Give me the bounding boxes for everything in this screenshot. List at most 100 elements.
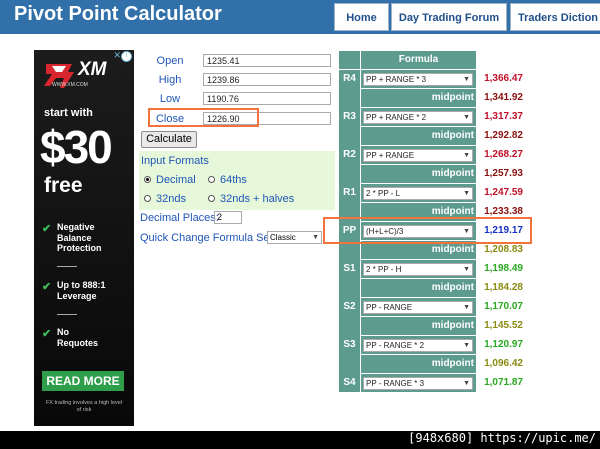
level-value: 1,198.49: [484, 263, 523, 274]
ad-amount: $30: [40, 121, 113, 173]
midpoint-label: midpoint: [431, 320, 474, 331]
ad-divider: [57, 314, 77, 315]
32nds-radio-label: 32nds: [156, 193, 186, 205]
chevron-down-icon: ▼: [312, 234, 319, 241]
formula-select-value: PP - RANGE * 3: [366, 379, 425, 388]
midpoint-value: 1,208.83: [484, 244, 523, 255]
xm-advertisement[interactable]: i ✕ XM WWW.XM.COM start with $30 free ✔ …: [34, 50, 134, 426]
level-value: 1,071.87: [484, 377, 523, 388]
check-icon: ✔: [42, 223, 52, 235]
level-label: S1: [343, 263, 356, 274]
midpoint-value: 1,145.52: [484, 320, 523, 331]
formula-select-value: PP - RANGE: [366, 303, 413, 312]
chevron-down-icon: ▼: [463, 342, 470, 349]
site-header: Pivot Point Calculator Home Day Trading …: [0, 0, 600, 34]
midpoint-value: 1,233.38: [484, 206, 523, 217]
ad-feature-text: Up to 888:1 Leverage: [57, 280, 106, 301]
ad-feature-text: Negative Balance Protection: [57, 222, 102, 253]
ad-feature-text: No Requotes: [57, 327, 99, 348]
ad-divider: [57, 266, 77, 267]
check-icon: ✔: [42, 281, 52, 293]
32nds-radio[interactable]: [144, 195, 151, 202]
low-label: Low: [159, 93, 181, 105]
decimal-places-input[interactable]: 2: [214, 211, 242, 224]
midpoint-value: 1,257.93: [484, 168, 523, 179]
level-value: 1,366.47: [484, 73, 523, 84]
midpoint-value: 1,184.28: [484, 282, 523, 293]
formula-select-value: PP - RANGE * 2: [366, 341, 425, 350]
level-label: R1: [343, 187, 356, 198]
quick-change-value: Classic: [270, 233, 296, 242]
level-value: 1,120.97: [484, 339, 523, 350]
formula-select[interactable]: PP - RANGE ▼: [363, 301, 473, 314]
nav-home[interactable]: Home: [334, 3, 389, 31]
formula-select-value: 2 * PP - H: [366, 265, 402, 274]
calculate-button[interactable]: Calculate: [141, 131, 197, 148]
level-label: S3: [343, 339, 356, 350]
midpoint-label: midpoint: [431, 282, 474, 293]
midpoint-value: 1,292.82: [484, 130, 523, 141]
open-label: Open: [156, 55, 184, 67]
level-value: 1,268.27: [484, 149, 523, 160]
formula-select[interactable]: PP - RANGE * 3 ▼: [363, 377, 473, 390]
input-formats-panel: Input Formats Decimal 64ths 32nds 32nds …: [139, 151, 335, 210]
formula-select[interactable]: 2 * PP - L ▼: [363, 187, 473, 200]
ad-disclaimer: FX trading involves a high level of risk: [45, 400, 123, 413]
midpoint-label: midpoint: [431, 358, 474, 369]
level-label: S2: [343, 301, 356, 312]
formula-select-value: PP + RANGE * 3: [366, 75, 427, 84]
ad-start-text: start with: [44, 107, 93, 119]
decimal-places-label: Decimal Places:: [140, 212, 219, 224]
high-label: High: [158, 74, 182, 86]
chevron-down-icon: ▼: [463, 114, 470, 121]
formula-select-value: PP + RANGE: [366, 151, 415, 160]
quick-change-select[interactable]: Classic ▼: [267, 231, 322, 244]
level-value: 1,317.37: [484, 111, 523, 122]
level-label: R2: [343, 149, 356, 160]
level-label: S4: [343, 377, 356, 388]
site-title: Pivot Point Calculator: [14, 3, 222, 25]
level-value: 1,170.07: [484, 301, 523, 312]
chevron-down-icon: ▼: [463, 190, 470, 197]
open-input[interactable]: 1235.41: [203, 54, 331, 67]
nav-day-trading-forum[interactable]: Day Trading Forum: [391, 3, 507, 31]
xm-logo-url: WWW.XM.COM: [52, 82, 88, 88]
32nds-halves-radio[interactable]: [208, 195, 215, 202]
formula-select-value: PP + RANGE * 2: [366, 113, 427, 122]
formula-select[interactable]: PP - RANGE * 2 ▼: [363, 339, 473, 352]
upic-watermark: [948x680] https://upic.me/: [408, 431, 596, 445]
nav-traders-dictionary[interactable]: Traders Diction: [510, 3, 600, 31]
32nds-halves-radio-label: 32nds + halves: [220, 193, 295, 205]
low-input[interactable]: 1190.76: [203, 92, 331, 105]
formula-select[interactable]: 2 * PP - H ▼: [363, 263, 473, 276]
formula-select-value: 2 * PP - L: [366, 189, 401, 198]
64ths-radio-label: 64ths: [220, 174, 247, 186]
read-more-button[interactable]: READ MORE: [42, 371, 124, 391]
ad-free-text: free: [44, 174, 83, 197]
chevron-down-icon: ▼: [463, 380, 470, 387]
midpoint-value: 1,096.42: [484, 358, 523, 369]
chevron-down-icon: ▼: [463, 266, 470, 273]
level-label: R4: [343, 73, 356, 84]
midpoint-label: midpoint: [431, 92, 474, 103]
formula-header: Formula: [361, 51, 476, 69]
midpoint-label: midpoint: [431, 130, 474, 141]
xm-logo-text: XM: [78, 59, 107, 80]
level-label: R3: [343, 111, 356, 122]
chevron-down-icon: ▼: [463, 152, 470, 159]
decimal-radio[interactable]: [144, 176, 151, 183]
formula-select[interactable]: PP + RANGE * 2 ▼: [363, 111, 473, 124]
midpoint-value: 1,341.92: [484, 92, 523, 103]
64ths-radio[interactable]: [208, 176, 215, 183]
input-formats-title: Input Formats: [141, 155, 209, 167]
corner-cell: [339, 51, 360, 69]
level-value: 1,247.59: [484, 187, 523, 198]
formula-select[interactable]: PP + RANGE * 3 ▼: [363, 73, 473, 86]
chevron-down-icon: ▼: [463, 76, 470, 83]
high-input[interactable]: 1239.86: [203, 73, 331, 86]
chevron-down-icon: ▼: [463, 304, 470, 311]
formula-select[interactable]: PP + RANGE ▼: [363, 149, 473, 162]
midpoint-label: midpoint: [431, 168, 474, 179]
pivot-calculator-page: Pivot Point Calculator Home Day Trading …: [0, 0, 600, 431]
decimal-radio-label: Decimal: [156, 174, 196, 186]
